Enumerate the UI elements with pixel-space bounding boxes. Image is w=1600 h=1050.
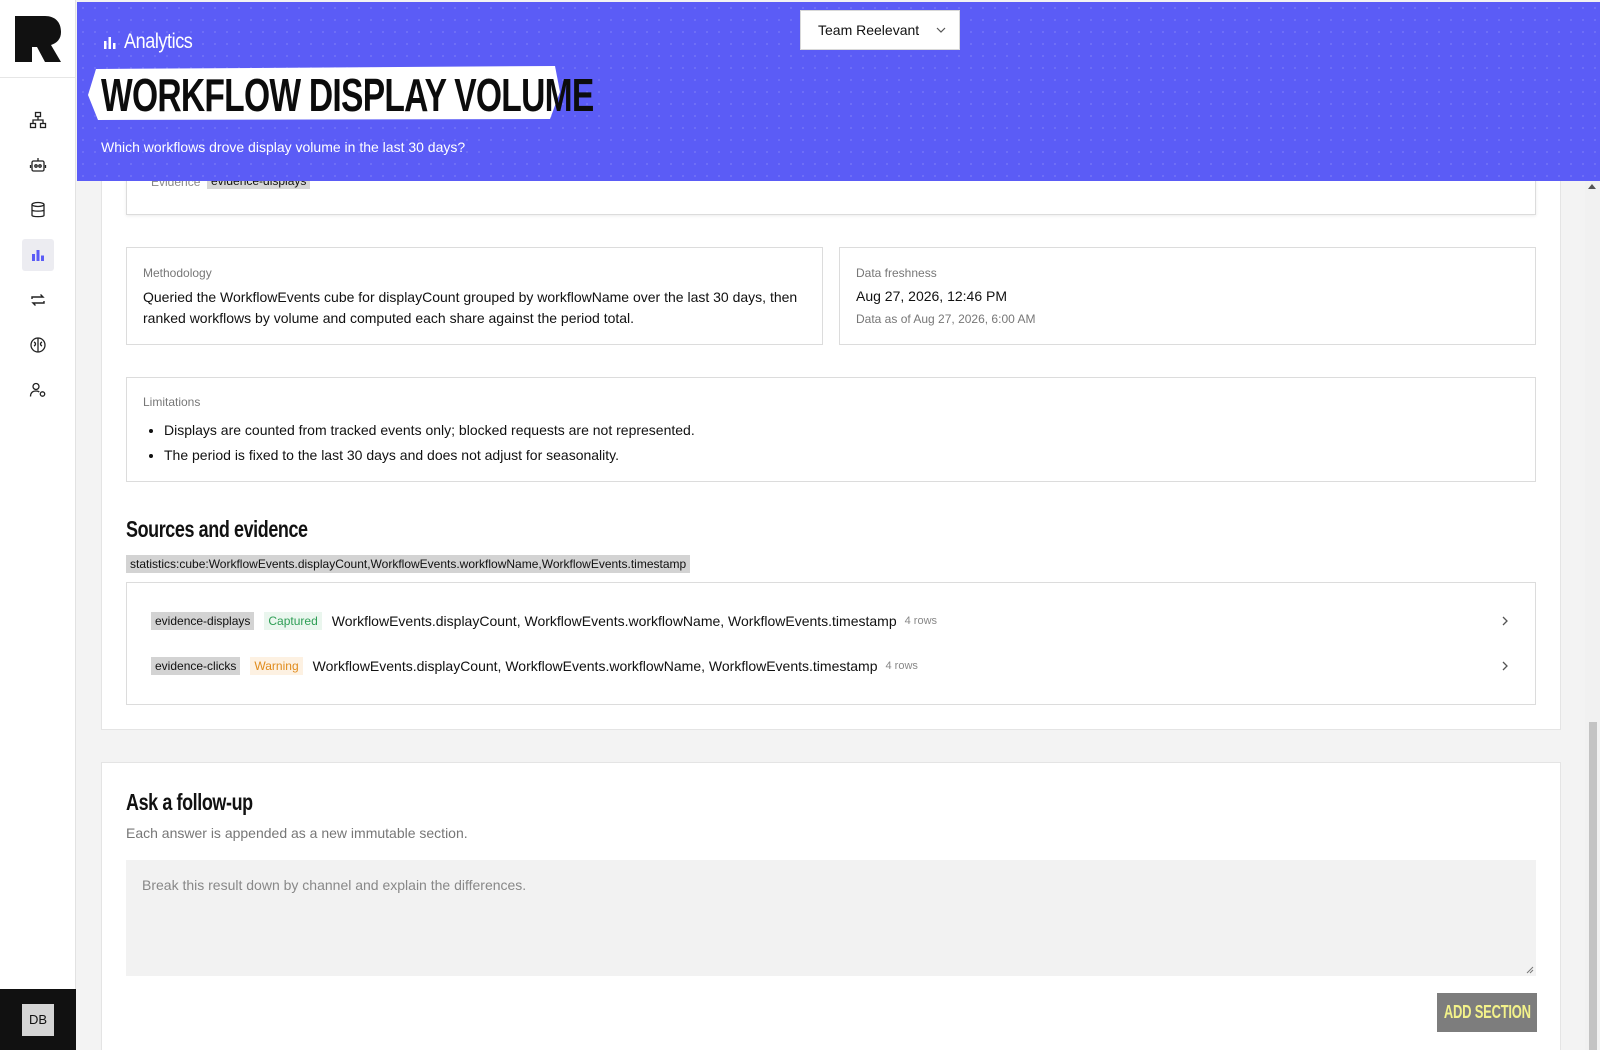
- chevron-right-icon[interactable]: [1499, 660, 1511, 672]
- sidebar-nav: [0, 78, 75, 419]
- avatar[interactable]: DB: [22, 1003, 54, 1036]
- evidence-id: evidence-displays: [151, 612, 255, 630]
- sidebar-item-workflows[interactable]: [22, 104, 54, 136]
- user-settings-icon: [29, 382, 45, 397]
- freshness-date: Aug 27, 2026, 12:46 PM: [856, 288, 1007, 304]
- data-freshness-card: Data freshness Aug 27, 2026, 12:46 PM Da…: [839, 247, 1536, 345]
- bar-chart-icon: [31, 250, 44, 261]
- brain-icon: [29, 337, 46, 353]
- page-title: WORKFLOW DISPLAY VOLUME: [101, 69, 594, 121]
- page-subtitle: Which workflows drove display volume in …: [101, 139, 466, 155]
- freshness-as-of: Data as of Aug 27, 2026, 6:00 AM: [856, 312, 1036, 326]
- status-badge: Warning: [250, 657, 303, 675]
- limitations-label: Limitations: [143, 395, 201, 409]
- scroll-up-arrow-icon[interactable]: [1588, 184, 1596, 189]
- sidebar-user-area: DB: [0, 989, 76, 1050]
- logo-area: [0, 0, 75, 78]
- limitations-card: Limitations Displays are counted from tr…: [126, 377, 1536, 482]
- limitations-list: Displays are counted from tracked events…: [143, 418, 1519, 468]
- page-header: Analytics WORKFLOW DISPLAY VOLUME Which …: [77, 2, 1600, 181]
- breadcrumb[interactable]: Analytics: [103, 30, 204, 54]
- sidebar-item-analytics[interactable]: [21, 239, 54, 271]
- scrollbar-thumb[interactable]: [1589, 722, 1597, 1050]
- methodology-label: Methodology: [143, 266, 212, 280]
- evidence-row[interactable]: evidence-clicks Warning WorkflowEvents.d…: [151, 655, 1511, 677]
- evidence-fields: WorkflowEvents.displayCount, WorkflowEve…: [312, 658, 878, 674]
- sitemap-icon: [29, 111, 46, 129]
- bar-chart-icon: [104, 36, 116, 49]
- methodology-text: Queried the WorkflowEvents cube for disp…: [143, 289, 798, 326]
- follow-up-section: Ask a follow-up Each answer is appended …: [101, 762, 1561, 1050]
- robot-icon: [29, 158, 46, 172]
- limitation-item: The period is fixed to the last 30 days …: [164, 443, 1519, 468]
- evidence-list: evidence-displays Captured WorkflowEvent…: [126, 582, 1536, 705]
- evidence-fields: WorkflowEvents.displayCount, WorkflowEve…: [331, 613, 897, 629]
- evidence-id: evidence-clicks: [151, 657, 241, 675]
- sources-heading: Sources and evidence: [126, 516, 308, 542]
- evidence-row-count: 4 rows: [885, 660, 918, 672]
- evidence-row[interactable]: evidence-displays Captured WorkflowEvent…: [151, 610, 1511, 632]
- add-section-button[interactable]: ADD SECTION: [1437, 993, 1537, 1032]
- reelevant-logo-icon[interactable]: [14, 15, 61, 62]
- sidebar-item-data[interactable]: [22, 194, 54, 226]
- sync-icon: [30, 294, 45, 306]
- sidebar: DB: [0, 0, 76, 1050]
- chevron-right-icon[interactable]: [1499, 615, 1511, 627]
- sidebar-item-sync[interactable]: [22, 284, 54, 316]
- team-select[interactable]: Team Reelevant: [800, 10, 960, 50]
- sidebar-item-users[interactable]: [22, 374, 54, 406]
- follow-up-subtitle: Each answer is appended as a new immutab…: [126, 825, 468, 841]
- breadcrumb-label: Analytics: [124, 30, 193, 53]
- limitation-item: Displays are counted from tracked events…: [164, 418, 1519, 443]
- follow-up-heading: Ask a follow-up: [126, 789, 253, 815]
- evidence-row-count: 4 rows: [904, 615, 938, 627]
- status-badge: Captured: [264, 612, 322, 630]
- sidebar-item-brain[interactable]: [22, 329, 54, 361]
- database-icon: [30, 201, 45, 218]
- page-title-wrapper: WORKFLOW DISPLAY VOLUME: [88, 65, 594, 121]
- source-tag[interactable]: statistics:cube:WorkflowEvents.displayCo…: [126, 555, 691, 573]
- sidebar-item-agents[interactable]: [22, 149, 54, 181]
- add-section-label: ADD SECTION: [1443, 1002, 1531, 1022]
- resize-handle-icon[interactable]: [1526, 966, 1534, 974]
- freshness-label: Data freshness: [856, 266, 937, 280]
- follow-up-input[interactable]: [126, 860, 1536, 976]
- chevron-down-icon: [936, 27, 946, 33]
- team-select-value: Team Reelevant: [818, 22, 920, 38]
- methodology-card: Methodology Queried the WorkflowEvents c…: [126, 247, 823, 345]
